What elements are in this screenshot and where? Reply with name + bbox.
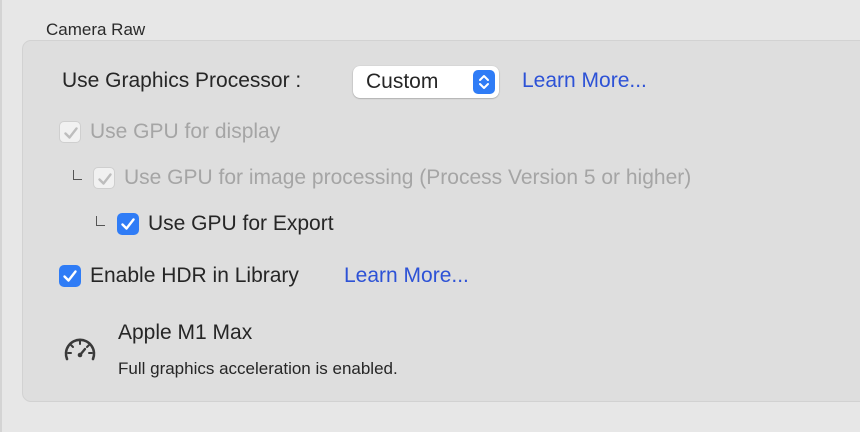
section-title: Camera Raw — [46, 20, 146, 39]
tree-connector-icon — [96, 216, 105, 226]
gpu-display-label: Use GPU for display — [90, 120, 281, 143]
gpu-image-processing-label: Use GPU for image processing (Process Ve… — [124, 166, 692, 189]
gpu-status: Full graphics acceleration is enabled. — [118, 359, 398, 378]
graphics-processor-select[interactable]: Custom — [353, 66, 499, 98]
checkmark-icon — [98, 173, 112, 185]
hdr-library-label: Enable HDR in Library — [90, 264, 299, 287]
window-edge — [0, 0, 2, 432]
select-stepper-icon — [473, 70, 495, 94]
graphics-processor-row: Use Graphics Processor : — [62, 69, 301, 93]
gpu-image-processing-option[interactable]: Use GPU for image processing (Process Ve… — [93, 166, 691, 190]
hdr-learn-more-link[interactable]: Learn More... — [344, 264, 469, 288]
graphics-learn-more-link[interactable]: Learn More... — [522, 69, 647, 93]
checkmark-icon — [121, 218, 135, 230]
gpu-display-option[interactable]: Use GPU for display — [59, 120, 280, 144]
gpu-display-checkbox[interactable] — [59, 121, 81, 143]
hdr-library-option[interactable]: Enable HDR in Library — [59, 264, 299, 288]
gpu-name: Apple M1 Max — [118, 321, 253, 344]
graphics-processor-value: Custom — [366, 70, 439, 93]
checkmark-icon — [64, 127, 78, 139]
gpu-export-checkbox[interactable] — [117, 213, 139, 235]
checkmark-icon — [63, 270, 77, 282]
gauge-icon — [62, 334, 98, 369]
hdr-library-checkbox[interactable] — [59, 265, 81, 287]
gpu-image-processing-checkbox[interactable] — [93, 167, 115, 189]
graphics-processor-label: Use Graphics Processor : — [62, 69, 302, 92]
gpu-export-label: Use GPU for Export — [148, 212, 334, 235]
tree-connector-icon — [73, 170, 82, 180]
gpu-export-option[interactable]: Use GPU for Export — [117, 212, 334, 236]
